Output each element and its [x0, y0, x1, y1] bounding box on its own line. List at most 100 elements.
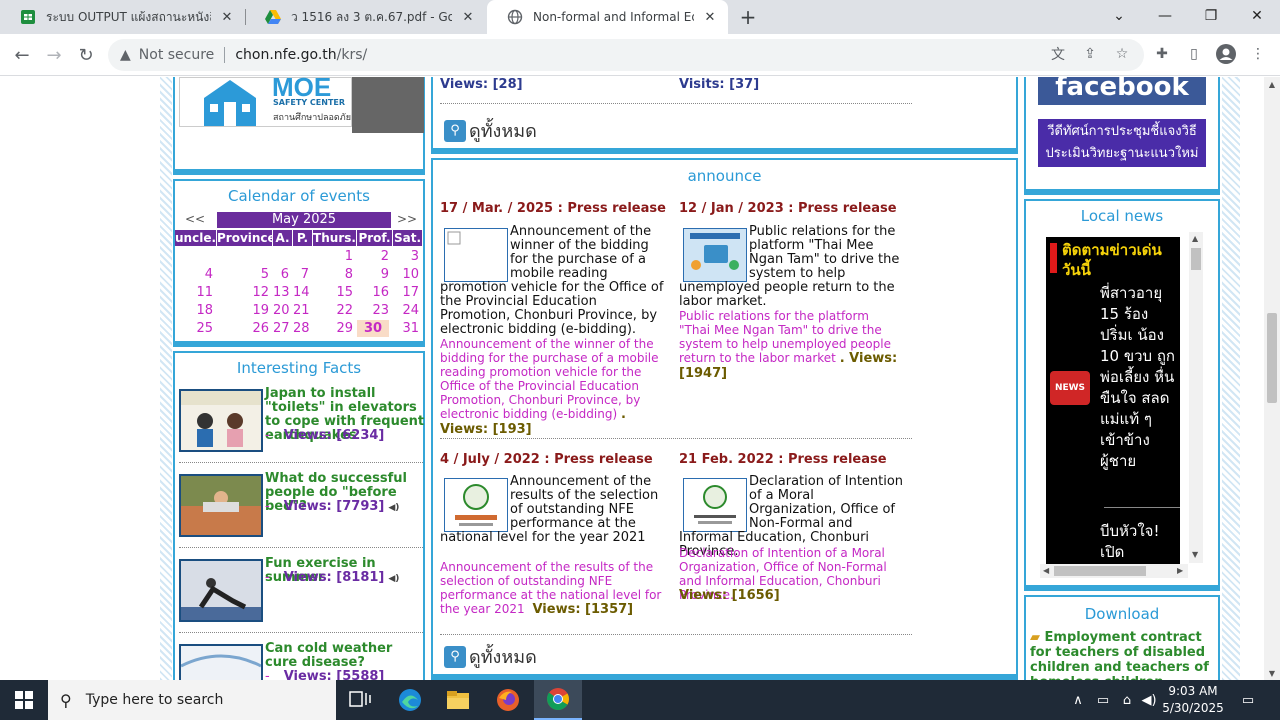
bookmark-star-icon[interactable]: ☆: [1110, 42, 1134, 66]
maximize-button[interactable]: ❐: [1188, 0, 1234, 32]
chrome-icon[interactable]: [534, 680, 582, 720]
firefox-icon[interactable]: [484, 680, 532, 720]
calendar-day[interactable]: 11: [175, 284, 213, 301]
scroll-up-icon[interactable]: ▲: [1192, 234, 1198, 243]
tray-chevron-icon[interactable]: ∧: [1068, 680, 1088, 720]
scroll-down-icon[interactable]: ▼: [1264, 666, 1280, 680]
minimize-button[interactable]: —: [1142, 0, 1188, 32]
volume-icon[interactable]: ◀): [1138, 680, 1160, 720]
close-window-button[interactable]: ✕: [1234, 0, 1280, 32]
close-icon[interactable]: ✕: [460, 9, 476, 25]
close-icon[interactable]: ✕: [702, 9, 718, 25]
announce-body[interactable]: Announcement of the results of the selec…: [440, 475, 670, 545]
calendar-day[interactable]: 5: [217, 266, 269, 283]
scroll-down-icon[interactable]: ▼: [1192, 550, 1198, 559]
calendar-day[interactable]: 20: [273, 302, 290, 319]
scrollbar-thumb[interactable]: [1054, 566, 1146, 576]
calendar-day[interactable]: 29: [313, 320, 353, 337]
edge-icon[interactable]: [386, 680, 434, 720]
fact-image-exercise[interactable]: [179, 559, 263, 622]
page-scrollbar[interactable]: ▲ ▼: [1264, 77, 1280, 680]
fact-image-bed[interactable]: [179, 474, 263, 537]
fact-title[interactable]: Can cold weather cure disease?: [265, 642, 425, 670]
calendar-day[interactable]: 23: [357, 302, 389, 319]
reload-icon[interactable]: ↻: [73, 42, 99, 68]
speaker-icon[interactable]: ◀): [388, 503, 399, 513]
download-item[interactable]: ▰ Employment contract for teachers of di…: [1030, 630, 1210, 680]
calendar-day[interactable]: 26: [217, 320, 269, 337]
speaker-icon[interactable]: ◀): [388, 574, 399, 584]
news-story[interactable]: พี่สาวอายุ 15 ร้อง ปริ่มเ น้อง 10 ขวบ ถู…: [1100, 283, 1180, 472]
back-arrow-icon[interactable]: ←: [9, 42, 35, 68]
calendar-day[interactable]: 25: [175, 320, 213, 337]
calendar-day[interactable]: 4: [175, 266, 213, 283]
tab-nfe-active[interactable]: Non-formal and Informal Education ✕: [487, 0, 728, 34]
calendar-day[interactable]: 16: [357, 284, 389, 301]
moe-safety-logo[interactable]: MOE SAFETY CENTER สถานศึกษาปลอดภัย: [179, 77, 352, 127]
facebook-banner[interactable]: facebook: [1038, 77, 1206, 105]
announce-desc[interactable]: Public relations for the platform "Thai …: [679, 309, 899, 381]
file-explorer-icon[interactable]: [434, 680, 482, 720]
news-ticker[interactable]: ติดตามข่าวเด่นวันนี้ NEWS พี่สาวอายุ 15 …: [1046, 237, 1180, 564]
calendar-day[interactable]: 13: [273, 284, 290, 301]
new-tab-button[interactable]: +: [736, 5, 760, 29]
fact-image-toilet[interactable]: [179, 389, 263, 452]
scrollbar-thumb[interactable]: [1267, 313, 1277, 403]
calendar-day-today[interactable]: 30: [357, 320, 389, 337]
calendar-day[interactable]: 28: [293, 320, 310, 337]
calendar-prev-button[interactable]: <<: [185, 212, 205, 226]
news-horizontal-scrollbar[interactable]: ◀ ▶: [1040, 564, 1188, 578]
news-story[interactable]: บีบหัวใจ! เปิด: [1100, 521, 1180, 563]
calendar-day[interactable]: 3: [393, 248, 419, 265]
forward-arrow-icon[interactable]: →: [41, 42, 67, 68]
calendar-day[interactable]: 15: [313, 284, 353, 301]
calendar-day[interactable]: 17: [393, 284, 419, 301]
scroll-left-icon[interactable]: ◀: [1043, 566, 1049, 575]
see-all-button[interactable]: ⚲ ดูทั้งหมด: [444, 642, 537, 671]
calendar-day[interactable]: 19: [217, 302, 269, 319]
calendar-day[interactable]: 10: [393, 266, 419, 283]
tab-google-drive[interactable]: ว 1516 ลง 3 ต.ค.67.pdf - Google Drive ✕: [245, 0, 486, 34]
network-icon[interactable]: ▭: [1092, 680, 1114, 720]
calendar-day[interactable]: 22: [313, 302, 353, 319]
calendar-day[interactable]: 1: [313, 248, 353, 265]
calendar-day[interactable]: 8: [313, 266, 353, 283]
calendar-next-button[interactable]: >>: [397, 212, 417, 226]
calendar-day[interactable]: 24: [393, 302, 419, 319]
close-icon[interactable]: ✕: [219, 9, 235, 25]
calendar-day[interactable]: 2: [357, 248, 389, 265]
see-all-button[interactable]: ⚲ ดูทั้งหมด: [444, 116, 537, 145]
task-view-icon[interactable]: [336, 680, 384, 720]
calendar-day[interactable]: 12: [217, 284, 269, 301]
menu-kebab-icon[interactable]: ⋮: [1246, 42, 1270, 66]
tab-output[interactable]: ระบบ OUTPUT แผ้งสถานะหนังสือ/รายงาน ✕: [0, 0, 245, 34]
announce-body[interactable]: Public relations for the platform "Thai …: [679, 225, 909, 309]
calendar-day[interactable]: 18: [175, 302, 213, 319]
wifi-icon[interactable]: ⌂: [1116, 680, 1138, 720]
announce-desc[interactable]: Announcement of the results of the selec…: [440, 560, 668, 617]
tab-search-chevron-icon[interactable]: ⌄: [1096, 0, 1142, 32]
translate-icon[interactable]: 文: [1046, 42, 1070, 66]
calendar-day[interactable]: 14: [293, 284, 310, 301]
side-panel-icon[interactable]: ▯: [1182, 42, 1206, 66]
windows-start-button[interactable]: [0, 680, 48, 720]
share-icon[interactable]: ⇪: [1078, 42, 1102, 66]
announce-body[interactable]: Announcement of the winner of the biddin…: [440, 225, 668, 337]
scroll-up-icon[interactable]: ▲: [1264, 77, 1280, 91]
address-bar[interactable]: ▲ Not secure chon.nfe.go.th/krs/: [108, 39, 1144, 71]
extensions-icon[interactable]: ✚: [1150, 42, 1174, 66]
calendar-day[interactable]: 21: [293, 302, 310, 319]
calendar-day[interactable]: 6: [273, 266, 289, 283]
calendar-day[interactable]: 7: [293, 266, 309, 283]
clock[interactable]: 9:03 AM 5/30/2025: [1158, 683, 1228, 717]
news-vertical-scrollbar[interactable]: ▲ ▼: [1189, 232, 1203, 563]
taskbar-search[interactable]: ⚲ Type here to search: [48, 680, 336, 720]
calendar-day[interactable]: 9: [357, 266, 389, 283]
scroll-right-icon[interactable]: ▶: [1177, 566, 1183, 575]
video-banner[interactable]: วีดีทัศน์การประชุมชี้แจงวิธีประเมินวิทยะ…: [1038, 119, 1206, 167]
calendar-day[interactable]: 31: [393, 320, 419, 337]
scrollbar-thumb[interactable]: [1191, 248, 1201, 270]
fact-image-cold[interactable]: [179, 644, 263, 680]
calendar-day[interactable]: 27: [273, 320, 290, 337]
announce-desc[interactable]: Announcement of the winner of the biddin…: [440, 337, 668, 437]
